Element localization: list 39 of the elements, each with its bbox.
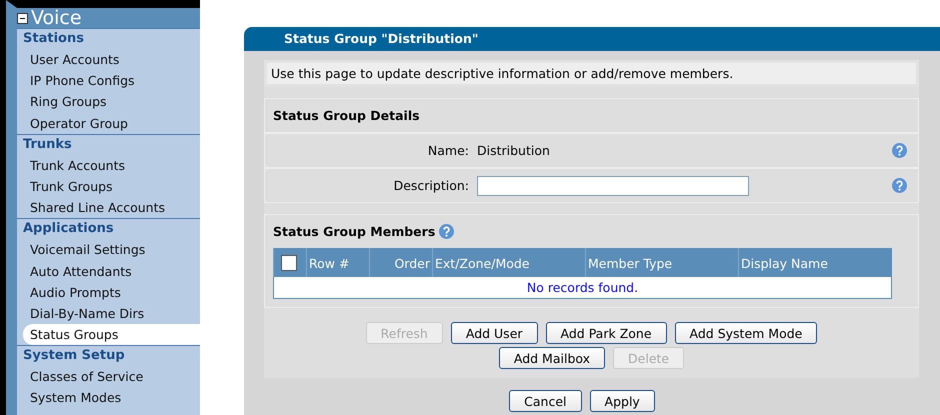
sidebar-item[interactable]: Audio Prompts xyxy=(17,282,200,303)
sidebar-heading: Stations xyxy=(22,30,85,48)
sidebar-item[interactable]: Status Groups xyxy=(23,324,200,346)
sidebar-item[interactable]: Voicemail Settings xyxy=(17,239,200,260)
empty-message: No records found. xyxy=(274,277,892,298)
sidebar-item[interactable]: User Accounts xyxy=(17,49,200,70)
name-value: Distribution xyxy=(477,143,551,158)
section-heading: Status Group Members xyxy=(273,224,436,239)
sidebar-item[interactable]: System Modes xyxy=(17,387,200,409)
field-label: Description: xyxy=(392,178,470,193)
form-button[interactable]: Cancel xyxy=(509,390,582,412)
sidebar-title: Voice xyxy=(31,8,82,28)
panel-title: Status Group "Distribution" xyxy=(244,27,940,51)
sidebar-item[interactable]: Ring Groups xyxy=(17,91,200,113)
section-heading: Status Group Details xyxy=(273,108,420,123)
help-icon[interactable] xyxy=(892,143,907,158)
sidebar-item[interactable]: IP Phone Configs xyxy=(17,70,200,92)
sidebar-heading: Trunks xyxy=(22,136,73,154)
sidebar-item[interactable]: Trunk Accounts xyxy=(17,154,200,176)
action-button[interactable]: Add User xyxy=(450,322,538,344)
action-button[interactable]: Add Mailbox xyxy=(498,347,606,369)
sidebar-item[interactable]: Shared Line Accounts xyxy=(17,197,200,218)
action-button[interactable]: Add Park Zone xyxy=(546,322,667,344)
sidebar-heading: System Setup xyxy=(22,347,126,366)
sidebar-item[interactable]: Classes of Service xyxy=(17,366,200,388)
sidebar-item[interactable]: Dial-By-Name Dirs xyxy=(17,302,200,324)
intro-text: Use this page to update descriptive information or add/remove members. xyxy=(271,66,734,81)
help-icon[interactable] xyxy=(892,178,907,193)
sidebar-item[interactable]: Trunk Groups xyxy=(17,176,200,198)
help-icon[interactable] xyxy=(439,224,454,239)
action-button[interactable]: Add System Mode xyxy=(674,322,818,344)
collapse-icon[interactable] xyxy=(17,12,28,24)
sidebar-item[interactable]: Operator Group xyxy=(17,112,200,134)
select-all-checkbox[interactable] xyxy=(281,255,297,272)
form-button[interactable]: Apply xyxy=(590,390,655,412)
description-field[interactable] xyxy=(477,176,749,196)
sidebar-heading: Applications xyxy=(22,220,115,238)
sidebar-item[interactable]: Auto Attendants xyxy=(17,260,200,282)
field-label: Name: xyxy=(426,143,470,158)
